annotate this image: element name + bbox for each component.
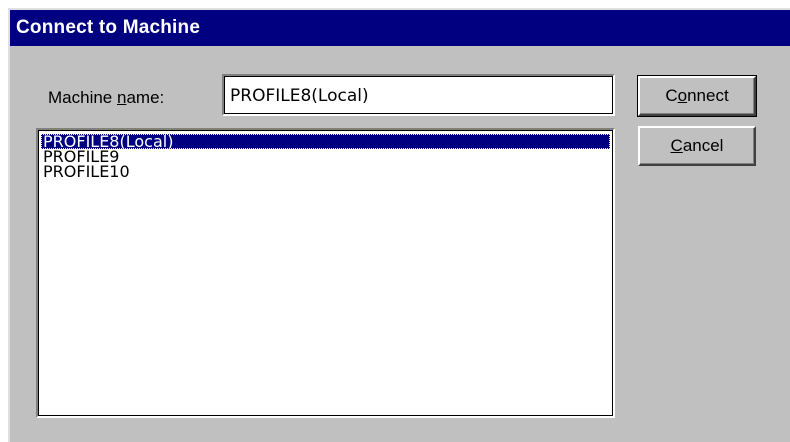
machine-listbox[interactable]: PROFILE8(Local) PROFILE9 PROFILE10 [36, 128, 615, 418]
connect-button[interactable]: Connect [637, 75, 757, 117]
machine-name-label: Machine name: [48, 88, 164, 108]
machine-name-input[interactable]: PROFILE8(Local) [222, 74, 615, 116]
title-bar[interactable]: Connect to Machine [10, 10, 790, 46]
list-item-profile8[interactable]: PROFILE8(Local) [41, 134, 610, 150]
dialog-title: Connect to Machine [16, 17, 201, 38]
connect-button-label-end: nnect [687, 86, 729, 105]
cancel-button[interactable]: Cancel [638, 126, 756, 166]
cancel-button-mnemonic: C [670, 136, 683, 155]
list-item-profile10[interactable]: PROFILE10 [41, 164, 610, 180]
cancel-button-label-end: ancel [682, 136, 724, 155]
connect-button-mnemonic: o [677, 86, 688, 105]
machine-name-label-text: Machine [48, 88, 117, 107]
connect-dialog: Connect to Machine Machine name: PROFILE… [8, 8, 790, 442]
connect-button-label-start: C [665, 86, 678, 105]
machine-name-label-text-end: ame: [126, 88, 165, 107]
